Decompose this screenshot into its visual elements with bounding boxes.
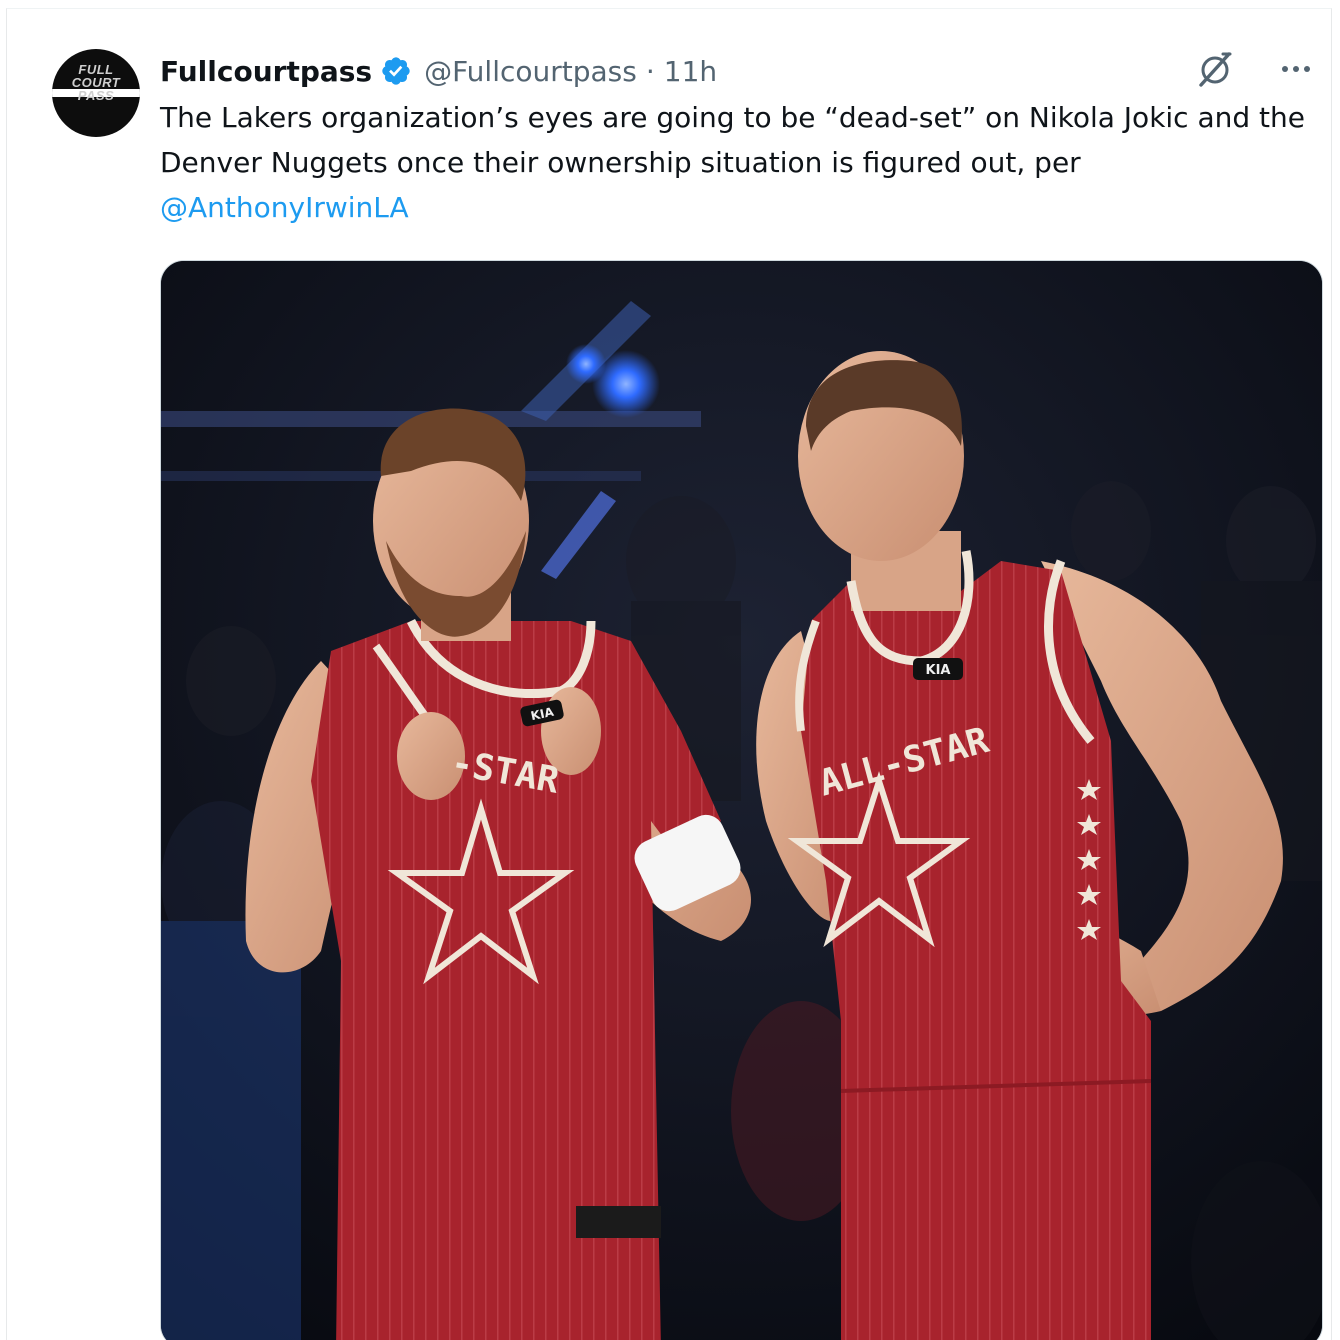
sponsor-logo-right: KIA xyxy=(926,663,951,678)
tweet-text: The Lakers organization’s eyes are going… xyxy=(160,95,1310,230)
more-options-icon[interactable] xyxy=(1279,52,1313,86)
verified-badge-icon[interactable] xyxy=(380,55,412,87)
handle[interactable]: @Fullcourtpass xyxy=(424,55,637,88)
tweet-card[interactable]: FULL COURT PASS Fullcourtpass @Fullcourt… xyxy=(6,8,1332,1340)
timestamp[interactable]: 11h xyxy=(664,55,717,88)
mention-link[interactable]: @AnthonyIrwinLA xyxy=(160,191,409,224)
blue-light xyxy=(566,344,606,384)
tweet-body: The Lakers organization’s eyes are going… xyxy=(160,101,1306,179)
tweet-media[interactable]: KIA -STAR KIA ALL-STAR xyxy=(160,260,1323,1340)
tweet-header: Fullcourtpass @Fullcourtpass · 11h xyxy=(160,47,717,95)
media-photo: KIA -STAR KIA ALL-STAR xyxy=(161,261,1322,1340)
avatar-logo-text: FULL COURT PASS xyxy=(71,62,121,103)
avatar[interactable]: FULL COURT PASS xyxy=(52,49,140,137)
tweet-actions-top xyxy=(1195,49,1313,89)
separator-dot: · xyxy=(645,54,655,88)
grok-icon[interactable] xyxy=(1195,49,1235,89)
display-name[interactable]: Fullcourtpass xyxy=(160,55,372,88)
